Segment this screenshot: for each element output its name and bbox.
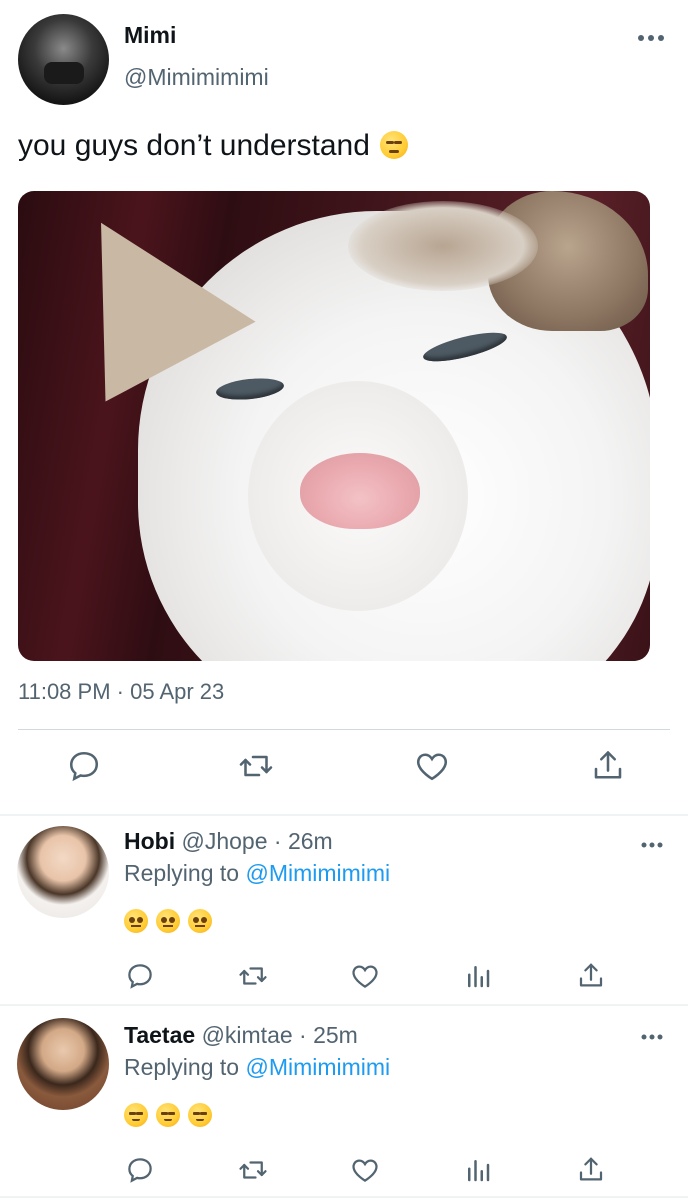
reply-handle-time[interactable]: @Jhope · 26m (182, 828, 333, 854)
share-icon[interactable] (576, 1155, 606, 1185)
cat-fur-patch (348, 201, 538, 291)
divider (18, 729, 670, 730)
tweet-text-content: you guys don’t understand (18, 129, 370, 162)
reply-tweet[interactable]: Hobi @Jhope · 26m Replying to @Mimimimim… (0, 816, 688, 1006)
unamused-face-icon (124, 1103, 148, 1127)
tweet-actions (0, 748, 688, 798)
expressionless-face-icon (379, 131, 408, 159)
retweet-icon[interactable] (238, 748, 274, 784)
replying-to-prefix: Replying to (124, 860, 246, 886)
more-options-icon[interactable] (640, 1030, 664, 1042)
mention-link[interactable]: @Mimimimimi (245, 1054, 390, 1080)
reply-header: Hobi @Jhope · 26m (124, 828, 333, 855)
neutral-face-icon (188, 909, 212, 933)
tweet-image[interactable] (18, 191, 650, 661)
reply-actions (0, 1155, 688, 1185)
author-handle[interactable]: @Mimimimimi (124, 64, 269, 91)
retweet-icon[interactable] (238, 961, 268, 991)
unamused-face-icon (156, 1103, 180, 1127)
like-icon[interactable] (350, 961, 380, 991)
avatar[interactable] (17, 826, 109, 918)
replying-to: Replying to @Mimimimimi (124, 1054, 390, 1081)
neutral-face-icon (124, 909, 148, 933)
retweet-icon[interactable] (238, 1155, 268, 1185)
author-name[interactable]: Mimi (124, 22, 176, 49)
neutral-face-icon (156, 909, 180, 933)
reply-actions (0, 961, 688, 991)
analytics-icon[interactable] (463, 1155, 493, 1185)
reply-header: Taetae @kimtae · 25m (124, 1022, 358, 1049)
reply-text (124, 909, 220, 935)
replying-to: Replying to @Mimimimimi (124, 860, 390, 887)
reply-handle-time[interactable]: @kimtae · 25m (202, 1022, 358, 1048)
more-options-icon[interactable] (640, 838, 664, 850)
reply-icon[interactable] (125, 961, 155, 991)
like-icon[interactable] (350, 1155, 380, 1185)
like-icon[interactable] (414, 748, 450, 784)
reply-author-name[interactable]: Taetae (124, 1022, 195, 1048)
main-tweet: Mimi @Mimimimimi you guys don’t understa… (0, 0, 688, 814)
avatar[interactable] (17, 1018, 109, 1110)
unamused-face-icon (188, 1103, 212, 1127)
share-icon[interactable] (590, 748, 626, 784)
reply-icon[interactable] (66, 748, 102, 784)
avatar[interactable] (18, 14, 109, 105)
reply-text (124, 1103, 220, 1129)
more-options-icon[interactable] (636, 30, 666, 46)
tweet-text: you guys don’t understand (18, 129, 408, 163)
separator (0, 1196, 688, 1198)
analytics-icon[interactable] (463, 961, 493, 991)
cat-nose (300, 453, 420, 529)
reply-icon[interactable] (125, 1155, 155, 1185)
reply-tweet[interactable]: Taetae @kimtae · 25m Replying to @Mimimi… (0, 1006, 688, 1196)
tweet-timestamp[interactable]: 11:08 PM · 05 Apr 23 (18, 679, 224, 705)
mention-link[interactable]: @Mimimimimi (245, 860, 390, 886)
reply-author-name[interactable]: Hobi (124, 828, 175, 854)
replying-to-prefix: Replying to (124, 1054, 246, 1080)
share-icon[interactable] (576, 961, 606, 991)
